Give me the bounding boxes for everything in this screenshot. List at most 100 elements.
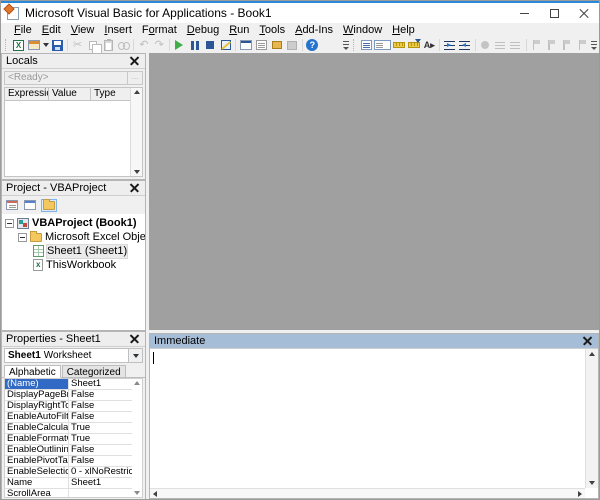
view-code-button[interactable]	[5, 199, 19, 211]
menu-view[interactable]: View	[66, 24, 100, 36]
immediate-horizontal-scrollbar[interactable]	[150, 488, 585, 498]
collapse-icon[interactable]	[18, 233, 27, 242]
uncomment-block-button[interactable]	[508, 38, 523, 53]
property-row[interactable]: EnableOutlining False	[5, 445, 142, 456]
locals-close-button[interactable]	[128, 55, 141, 67]
menu-debug[interactable]: Debug	[182, 24, 224, 36]
quick-info-button[interactable]	[391, 38, 406, 53]
scroll-up-icon[interactable]	[134, 90, 140, 94]
property-row[interactable]: EnablePivotTable False	[5, 456, 142, 467]
toggle-breakpoint-button[interactable]	[478, 38, 493, 53]
indent-button[interactable]	[442, 38, 457, 53]
text-cursor	[153, 352, 154, 364]
locals-call-stack-button[interactable]: ...	[128, 71, 143, 85]
toolbar-grip[interactable]	[353, 39, 357, 51]
menu-insert[interactable]: Insert	[99, 24, 137, 36]
project-explorer-button[interactable]	[238, 38, 253, 53]
properties-scrollbar[interactable]	[132, 379, 142, 497]
property-row[interactable]: EnableSelection 0 - xlNoRestrictions	[5, 467, 142, 478]
immediate-vertical-scrollbar[interactable]	[585, 349, 598, 488]
tree-item-excel-objects[interactable]: Microsoft Excel Objects	[2, 230, 145, 244]
scroll-down-icon[interactable]	[589, 481, 595, 485]
toolbar-separator	[67, 39, 68, 51]
property-row[interactable]: DisplayRightToLeft False	[5, 401, 142, 412]
scroll-left-icon[interactable]	[153, 491, 157, 497]
scroll-down-icon[interactable]	[134, 491, 140, 495]
help-button[interactable]	[304, 38, 319, 53]
break-button[interactable]	[187, 38, 202, 53]
outdent-button[interactable]	[457, 38, 472, 53]
run-sub-userform-button[interactable]	[172, 38, 187, 53]
tab-alphabetic[interactable]: Alphabetic	[4, 365, 61, 378]
property-row[interactable]: (Name) Sheet1	[5, 379, 142, 390]
view-object-button[interactable]	[23, 199, 37, 211]
tree-item-thisworkbook[interactable]: ThisWorkbook	[2, 258, 145, 272]
properties-close-button[interactable]	[128, 333, 141, 345]
list-properties-methods-button[interactable]	[359, 38, 374, 53]
comment-block-button[interactable]	[493, 38, 508, 53]
toolbox-button[interactable]	[284, 38, 299, 53]
menu-help[interactable]: Help	[387, 24, 420, 36]
menu-window[interactable]: Window	[338, 24, 387, 36]
menu-tools[interactable]: Tools	[254, 24, 290, 36]
worksheet-icon	[33, 245, 44, 257]
menu-format[interactable]: Format	[137, 24, 182, 36]
menu-run[interactable]: Run	[224, 24, 254, 36]
close-icon	[579, 8, 589, 18]
tree-item-vbaproject[interactable]: VBAProject (Book1)	[2, 216, 145, 230]
scroll-up-icon[interactable]	[589, 352, 595, 356]
scroll-right-icon[interactable]	[578, 491, 582, 497]
copy-button[interactable]	[85, 38, 100, 53]
paste-button[interactable]	[101, 38, 116, 53]
previous-bookmark-button[interactable]	[559, 38, 574, 53]
property-row[interactable]: EnableCalculation True	[5, 423, 142, 434]
comment-block-icon	[495, 41, 506, 50]
immediate-close-button[interactable]	[581, 335, 594, 347]
find-button[interactable]	[116, 38, 131, 53]
toggle-folders-button[interactable]	[41, 199, 57, 212]
project-close-button[interactable]	[128, 182, 141, 194]
menu-file[interactable]: File	[9, 24, 37, 36]
scroll-up-icon[interactable]	[134, 381, 140, 385]
property-row[interactable]: ScrollArea	[5, 489, 142, 498]
object-browser-button[interactable]	[269, 38, 284, 53]
scroll-down-icon[interactable]	[134, 170, 140, 174]
complete-word-button[interactable]: A▸	[422, 38, 437, 53]
toolbar-grip[interactable]	[5, 39, 9, 51]
save-button[interactable]	[50, 38, 65, 53]
insert-object-dropdown[interactable]	[41, 38, 49, 53]
property-row[interactable]: EnableFormatConditionsCalculation True	[5, 434, 142, 445]
project-toolbar	[2, 196, 145, 214]
toolbar-options-button[interactable]	[342, 38, 351, 52]
property-row[interactable]: Name Sheet1	[5, 478, 142, 489]
maximize-button[interactable]	[539, 3, 569, 23]
undo-button[interactable]: ↶	[136, 38, 151, 53]
property-row[interactable]: EnableAutoFilter False	[5, 412, 142, 423]
view-microsoft-excel-button[interactable]	[11, 38, 26, 53]
tree-item-sheet1[interactable]: Sheet1 (Sheet1)	[2, 244, 145, 258]
tab-categorized[interactable]: Categorized	[62, 365, 126, 377]
list-constants-button[interactable]	[374, 38, 391, 53]
collapse-icon[interactable]	[5, 219, 14, 228]
locals-scrollbar[interactable]	[130, 88, 142, 176]
clear-all-bookmarks-button[interactable]	[575, 38, 590, 53]
properties-window-button[interactable]	[253, 38, 268, 53]
insert-userform-button[interactable]	[26, 38, 41, 53]
parameter-info-button[interactable]	[406, 38, 421, 53]
toolbar-options-button[interactable]	[590, 38, 599, 52]
immediate-input-area[interactable]	[150, 349, 598, 498]
view-object-icon	[24, 200, 36, 210]
object-dropdown[interactable]: Sheet1 Worksheet	[4, 348, 143, 363]
menu-edit[interactable]: Edit	[37, 24, 66, 36]
dropdown-button[interactable]	[128, 349, 142, 362]
reset-button[interactable]	[203, 38, 218, 53]
property-row[interactable]: DisplayPageBreaks False	[5, 390, 142, 401]
design-mode-button[interactable]	[218, 38, 233, 53]
menu-add-ins[interactable]: Add-Ins	[290, 24, 338, 36]
redo-button[interactable]: ↷	[152, 38, 167, 53]
cut-button[interactable]: ✂	[70, 38, 85, 53]
minimize-button[interactable]	[509, 3, 539, 23]
close-button[interactable]	[569, 3, 599, 23]
toggle-bookmark-button[interactable]	[529, 38, 544, 53]
next-bookmark-button[interactable]	[544, 38, 559, 53]
